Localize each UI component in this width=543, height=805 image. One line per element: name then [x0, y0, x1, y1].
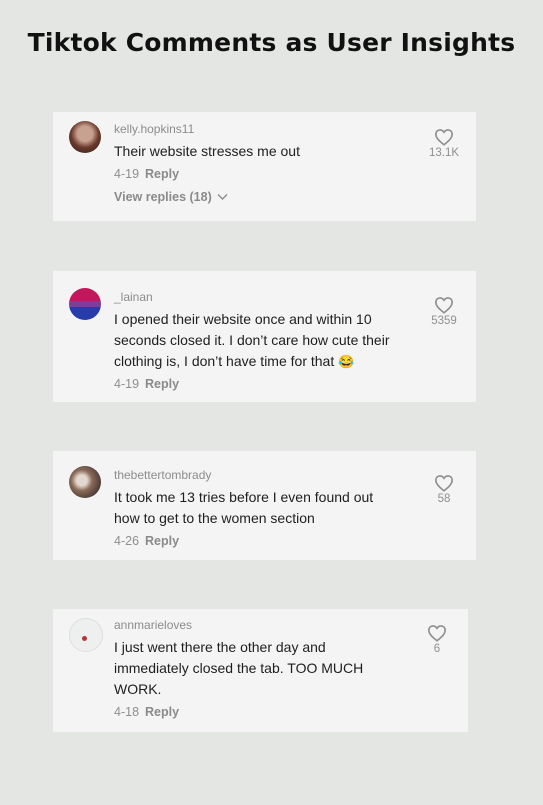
reply-button[interactable]: Reply [145, 377, 179, 391]
comment-card: _lainan I opened their website once and … [53, 271, 476, 402]
laughing-emoji-icon: 😂 [338, 354, 355, 369]
heart-outline-icon [434, 475, 454, 492]
avatar[interactable] [69, 121, 101, 153]
like-count: 13.1K [428, 147, 460, 159]
reply-button[interactable]: Reply [145, 534, 179, 548]
like-button[interactable]: 6 [420, 624, 454, 655]
view-replies-button[interactable]: View replies (18) [114, 190, 402, 204]
comment-meta: 4-19 Reply [114, 166, 402, 182]
page-title: Tiktok Comments as User Insights [27, 28, 516, 57]
comment-username[interactable]: annmarieloves [114, 618, 380, 632]
comment-text: I opened their website once and within 1… [114, 309, 402, 372]
comment-username[interactable]: kelly.hopkins11 [114, 122, 402, 136]
comment-username[interactable]: thebettertombrady [114, 468, 402, 482]
reply-button[interactable]: Reply [145, 167, 179, 181]
comment-content: annmarieloves I just went there the othe… [114, 618, 380, 720]
comment-content: kelly.hopkins11 Their website stresses m… [114, 122, 402, 204]
chevron-down-icon [217, 194, 228, 200]
comment-date: 4-26 [114, 534, 140, 548]
comment-text: I just went there the other day and imme… [114, 639, 364, 697]
like-count: 5359 [431, 315, 457, 327]
avatar[interactable] [69, 466, 101, 498]
comment-meta: 4-26 Reply [114, 533, 402, 549]
comment-date: 4-19 [114, 167, 140, 181]
like-count: 58 [437, 493, 451, 505]
comment-date: 4-18 [114, 705, 140, 719]
reply-button[interactable]: Reply [145, 705, 179, 719]
comment-date: 4-19 [114, 377, 140, 391]
comment-card: thebettertombrady It took me 13 tries be… [53, 451, 476, 560]
avatar[interactable] [69, 618, 103, 652]
like-count: 6 [433, 643, 441, 655]
avatar[interactable] [69, 288, 101, 320]
comment-text: Their website stresses me out [114, 143, 300, 159]
comment-content: thebettertombrady It took me 13 tries be… [114, 468, 402, 549]
heart-outline-icon [434, 129, 454, 146]
like-button[interactable]: 5359 [427, 296, 461, 327]
comment-meta: 4-18 Reply [114, 704, 380, 720]
comment-card: annmarieloves I just went there the othe… [53, 609, 468, 732]
comment-text: It took me 13 tries before I even found … [114, 489, 374, 526]
comment-card: kelly.hopkins11 Their website stresses m… [53, 112, 476, 221]
comment-meta: 4-19 Reply [114, 376, 402, 392]
comment-content: _lainan I opened their website once and … [114, 290, 402, 392]
heart-outline-icon [434, 297, 454, 314]
view-replies-label: View replies (18) [114, 190, 212, 204]
heart-outline-icon [427, 625, 447, 642]
like-button[interactable]: 58 [427, 474, 461, 505]
like-button[interactable]: 13.1K [427, 128, 461, 159]
comment-username[interactable]: _lainan [114, 290, 402, 304]
